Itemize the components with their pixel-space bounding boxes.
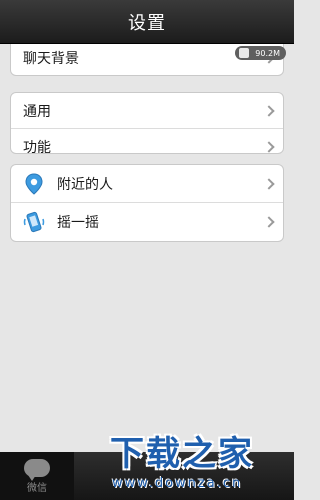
title-bar: 设置 (0, 0, 294, 44)
location-pin-icon (23, 172, 45, 195)
settings-item-label: 附近的人 (57, 176, 113, 193)
settings-item-shake[interactable]: 摇一摇 (11, 203, 283, 241)
phone-shake-icon (23, 211, 45, 233)
settings-item-features[interactable]: 功能 (11, 129, 283, 154)
chat-bubble-icon (24, 458, 50, 481)
settings-group-social: 附近的人 摇一摇 (10, 164, 284, 242)
watermark: 下载之家 www.downza.cn (102, 424, 294, 500)
settings-item-label: 摇一摇 (57, 215, 99, 231)
memory-badge[interactable]: 90.2M (235, 46, 286, 60)
tab-wechat[interactable]: 微信 (0, 452, 74, 500)
watermark-url: www.downza.cn (112, 476, 243, 491)
settings-item-label: 功能 (23, 140, 51, 154)
watermark-logo-text: 下载之家 (110, 434, 254, 474)
settings-item-nearby-people[interactable]: 附近的人 (11, 165, 283, 203)
memory-icon (239, 48, 250, 58)
page-title: 设置 (128, 12, 166, 34)
memory-value: 90.2M (255, 48, 280, 58)
settings-item-label: 通用 (23, 103, 51, 120)
tab-label: 微信 (27, 482, 47, 494)
settings-item-general[interactable]: 通用 (11, 93, 283, 129)
settings-group-general: 通用 功能 (10, 92, 284, 154)
